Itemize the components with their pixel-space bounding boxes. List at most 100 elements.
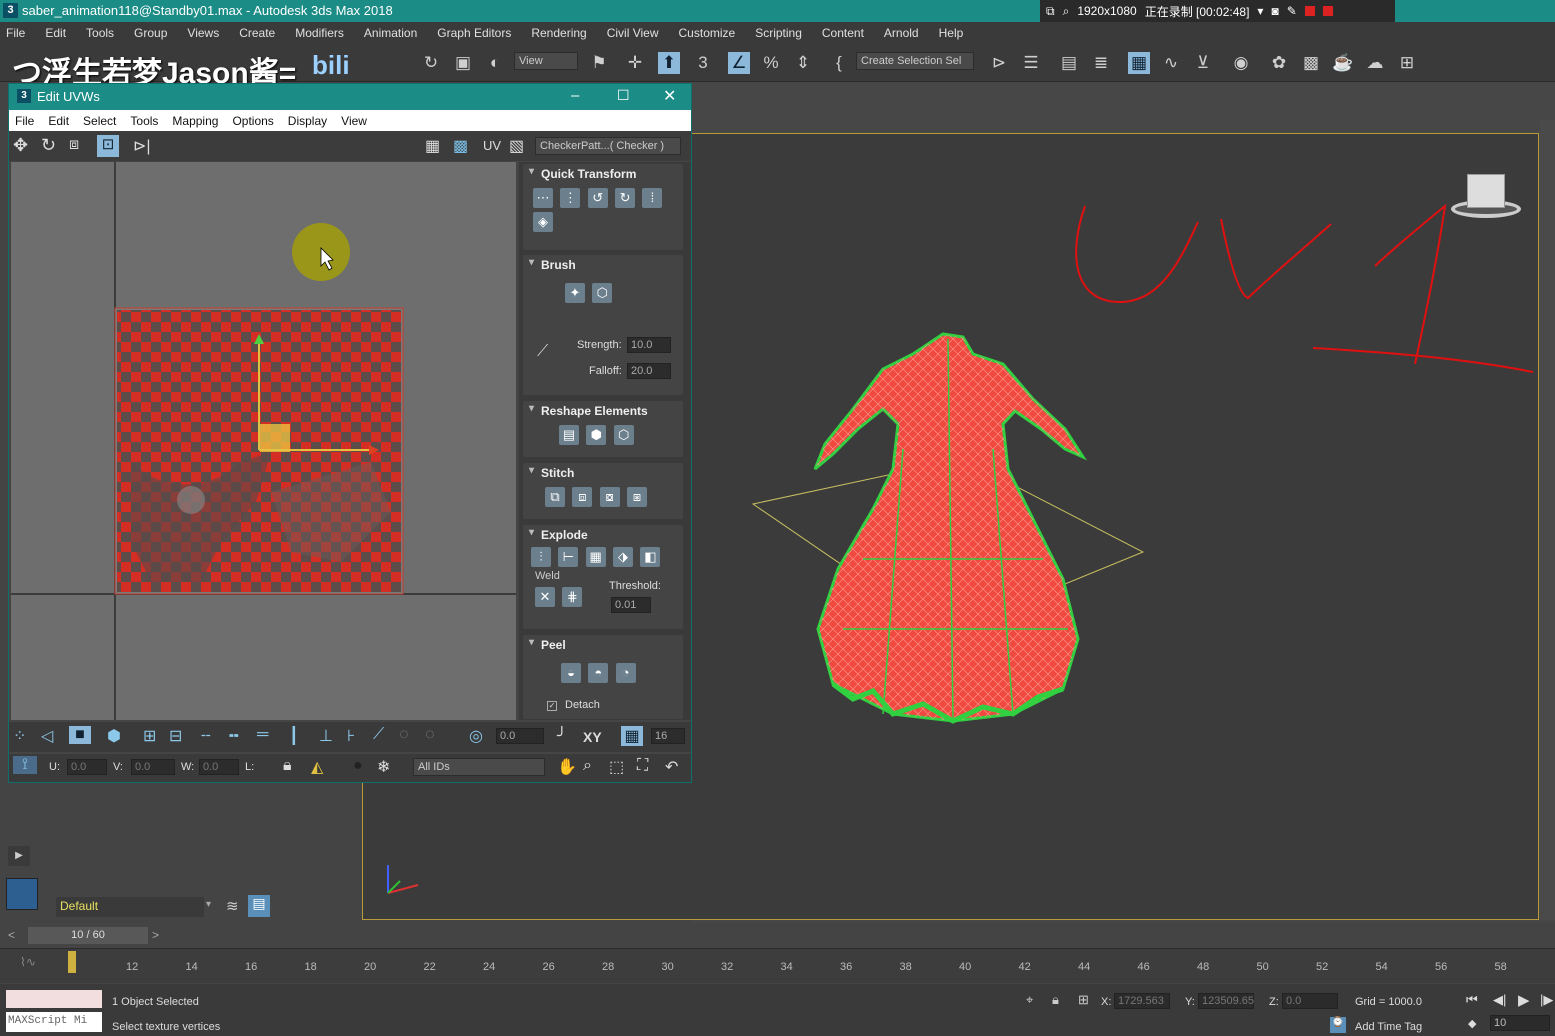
menu-edit[interactable]: Edit	[45, 26, 66, 40]
pan-icon[interactable]: ✋	[557, 757, 577, 777]
freeze-sphere-icon[interactable]: ●	[353, 757, 363, 775]
layer-toolbar-icon[interactable]: ▤	[248, 895, 270, 917]
xy-label[interactable]: XY	[583, 729, 602, 745]
uvw-menu-file[interactable]: File	[15, 114, 34, 128]
time-slider-thumb[interactable]: 10 / 60	[28, 927, 148, 944]
render-in-cloud-icon[interactable]: ⊞	[1396, 52, 1418, 74]
relax-settings-icon[interactable]: ⬡	[613, 425, 634, 445]
absolute-offset-icon[interactable]: ⟟	[13, 756, 37, 774]
pen-icon[interactable]: ✎	[1287, 4, 1297, 18]
menu-file[interactable]: File	[6, 26, 25, 40]
paint-select-icon[interactable]: ⊥	[319, 726, 333, 746]
falloff-curve-icon[interactable]: ╯	[557, 726, 567, 746]
restore-icon[interactable]: ⧉	[1046, 4, 1055, 19]
track-bar[interactable]: ⌇∿ 12 14 16 18 20 22 24 26 28 30 32 34 36 38 40 42 44 46 4…	[0, 948, 1555, 983]
stitch-custom-icon[interactable]: ⧉	[545, 487, 565, 507]
uvw-menu-mapping[interactable]: Mapping	[172, 114, 218, 128]
zoom-icon[interactable]: ⌕	[583, 757, 592, 775]
viewport-layout-icon[interactable]	[6, 878, 38, 910]
pause-record-button[interactable]	[1304, 6, 1315, 16]
goto-start-icon[interactable]: ⏮	[1466, 992, 1478, 1008]
menu-tools[interactable]: Tools	[86, 26, 114, 40]
mini-curve-icon[interactable]: ⌇∿	[20, 955, 36, 969]
isolate-selection-icon[interactable]: ⌖	[1026, 992, 1033, 1008]
flatten-icon[interactable]: ▦	[585, 547, 606, 567]
grid-snap-icon[interactable]: ▦	[621, 726, 643, 746]
grid-size-spinner[interactable]: 16	[651, 728, 685, 744]
break-icon[interactable]: ⫶	[531, 547, 551, 567]
command-panel-edge[interactable]	[1540, 120, 1555, 920]
material-editor-icon[interactable]: ◉	[1230, 52, 1252, 74]
reference-coordinate-combo[interactable]: View	[514, 52, 578, 70]
y-coordinate-field[interactable]: 123509.65	[1198, 993, 1254, 1009]
ring-grow-icon[interactable]: ┃	[289, 726, 299, 746]
mirror-uv-icon[interactable]: ⊳|	[133, 136, 151, 156]
menu-create[interactable]: Create	[239, 26, 275, 40]
time-tag-icon[interactable]: ⌚	[1330, 1017, 1346, 1033]
soft-selection-toggle-icon[interactable]: ◎	[469, 726, 483, 746]
move-icon[interactable]: ✥	[13, 135, 28, 156]
menu-scripting[interactable]: Scripting	[755, 26, 802, 40]
expand-icon[interactable]: ▶	[8, 846, 30, 866]
soft-falloff-spinner[interactable]: 0.0	[496, 728, 544, 744]
select-move-icon[interactable]: ✛	[624, 52, 646, 74]
uvw-menu-tools[interactable]: Tools	[130, 114, 158, 128]
layers-icon[interactable]: ≋	[226, 897, 239, 915]
key-mode-icon[interactable]: ◆	[1468, 1017, 1476, 1030]
play-icon[interactable]: ▶	[1518, 991, 1530, 1009]
align-icon[interactable]: ☰	[1020, 52, 1042, 74]
reset-peel-icon[interactable]: ◔	[615, 663, 636, 683]
x-coordinate-field[interactable]: 1729.563	[1114, 993, 1170, 1009]
peel-header[interactable]: Peel	[523, 635, 683, 653]
rotate-icon[interactable]: ↻	[41, 135, 56, 156]
viewcube[interactable]	[1451, 174, 1521, 224]
dress-mesh-model[interactable]	[803, 329, 1103, 729]
time-prev-icon[interactable]: <	[8, 928, 15, 942]
render-setup-icon[interactable]: ✿	[1268, 52, 1290, 74]
zoom-extents-icon[interactable]: ⛶	[637, 757, 648, 775]
menu-customize[interactable]: Customize	[679, 26, 736, 40]
threshold-spinner[interactable]: 0.01	[611, 597, 651, 613]
render-iterative-icon[interactable]: ☁	[1364, 52, 1386, 74]
explode-polys-icon[interactable]: ⬗	[613, 547, 634, 567]
edge-mode-icon[interactable]: ◁	[41, 726, 53, 746]
curve-editor-icon[interactable]: ∿	[1160, 52, 1182, 74]
rotate-ccw-icon[interactable]: ↺	[587, 188, 608, 208]
paint-grow-icon[interactable]: ⊦	[347, 726, 355, 746]
space-horizontal-icon[interactable]: ⁞	[642, 188, 663, 208]
spinner-snap-icon[interactable]: ⇕	[792, 52, 814, 74]
rotate-cw-icon[interactable]: ↻	[615, 188, 636, 208]
weld-all-icon[interactable]: ⋕	[562, 587, 583, 607]
select-manipulate-icon[interactable]: ⬆	[658, 52, 680, 74]
explode-header[interactable]: Explode	[523, 525, 683, 543]
checker-map-icon[interactable]: ▧	[509, 136, 524, 156]
pivot-center-icon[interactable]: ⚑	[588, 52, 610, 74]
element-mode-icon[interactable]: ⬢	[107, 726, 121, 746]
vertex-mode-icon[interactable]: ⁘	[13, 726, 26, 746]
quick-transform-header[interactable]: Quick Transform	[523, 164, 683, 182]
uvw-menu-view[interactable]: View	[341, 114, 367, 128]
menu-help[interactable]: Help	[939, 26, 964, 40]
brush-select-icon[interactable]: ⟋	[373, 726, 384, 744]
z-coordinate-field[interactable]: 0.0	[1282, 993, 1338, 1009]
menu-rendering[interactable]: Rendering	[531, 26, 586, 40]
show-map-icon[interactable]: ▦	[425, 136, 440, 156]
selection-lock-icon[interactable]: 🔒︎	[1052, 992, 1059, 1008]
maxscript-mini-listener[interactable]: MAXScript Mi	[6, 1012, 102, 1032]
peel-mode-icon[interactable]: ◓	[588, 663, 609, 683]
loop-icon[interactable]: ╌	[201, 726, 211, 746]
menu-animation[interactable]: Animation	[364, 26, 417, 40]
freeze-icon[interactable]: ❄	[377, 757, 390, 777]
uvw-menu-select[interactable]: Select	[83, 114, 116, 128]
brush-header[interactable]: Brush	[523, 255, 683, 273]
stitch-to-source-icon[interactable]: ⧈	[572, 487, 593, 507]
uv-editor-canvas[interactable]	[11, 162, 516, 720]
freeform-icon[interactable]: ⊡	[97, 135, 119, 157]
edit-named-selection-icon[interactable]: {	[828, 52, 850, 74]
material-ids-combo[interactable]: All IDs	[413, 758, 545, 776]
current-frame-field[interactable]: 10	[1490, 1015, 1550, 1031]
hide-icon[interactable]: ◭	[311, 757, 323, 777]
bind-spacewarp-icon[interactable]: ◐	[484, 52, 506, 74]
quick-peel-icon[interactable]: ◒	[561, 663, 581, 683]
uvw-menu-options[interactable]: Options	[232, 114, 273, 128]
